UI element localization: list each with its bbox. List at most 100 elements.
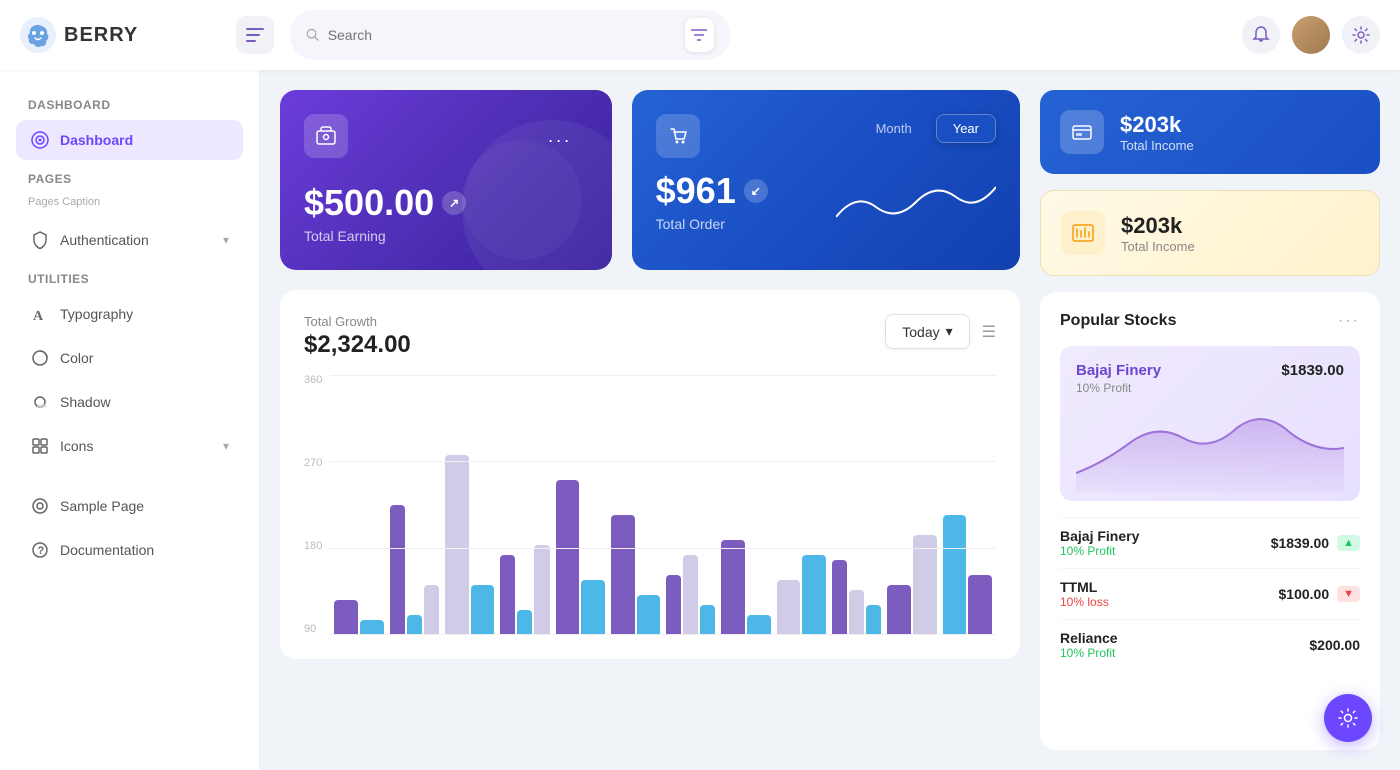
stock-ttml-price: $100.00 bbox=[1279, 586, 1330, 602]
menu-icon bbox=[246, 28, 264, 42]
stocks-title: Popular Stocks bbox=[1060, 312, 1176, 330]
stocks-header: Popular Stocks ··· bbox=[1060, 312, 1360, 330]
sidebar-dashboard-label: Dashboard bbox=[60, 132, 133, 148]
sidebar-sample-label: Sample Page bbox=[60, 498, 144, 514]
bar-group-8 bbox=[721, 540, 770, 635]
auth-icon bbox=[30, 230, 50, 250]
bar-blue bbox=[407, 615, 422, 635]
year-toggle-button[interactable]: Year bbox=[936, 114, 996, 143]
bar-blue bbox=[360, 620, 384, 635]
y-label-360: 360 bbox=[304, 375, 322, 386]
avatar[interactable] bbox=[1292, 16, 1330, 54]
stocks-menu-icon[interactable]: ··· bbox=[1338, 312, 1360, 330]
stock-bajaj-name: Bajaj Finery bbox=[1060, 528, 1139, 544]
stock-ttml-info: TTML 10% loss bbox=[1060, 579, 1109, 609]
settings-button[interactable] bbox=[1342, 16, 1380, 54]
dashboard-icon bbox=[30, 130, 50, 150]
logo-area: BERRY bbox=[20, 17, 220, 53]
stock-ttml-right: $100.00 ▼ bbox=[1279, 586, 1361, 602]
total-earning-card: ··· $500.00 ↗ Total Earning bbox=[280, 90, 612, 270]
bar-blue bbox=[517, 610, 532, 635]
sidebar-item-icons[interactable]: Icons ▾ bbox=[16, 426, 243, 466]
order-card-icon bbox=[656, 114, 700, 158]
total-order-card: Month Year $961 ↙ Total Order bbox=[632, 90, 1020, 270]
bar-group-10 bbox=[832, 560, 881, 635]
bajaj-name: Bajaj Finery bbox=[1076, 362, 1161, 379]
search-input[interactable] bbox=[328, 27, 677, 43]
stock-ttml-badge: ▼ bbox=[1337, 586, 1360, 602]
stock-reliance-profit: 10% Profit bbox=[1060, 646, 1118, 660]
bar-purple bbox=[390, 505, 405, 635]
stock-row-reliance: Reliance 10% Profit $200.00 bbox=[1060, 619, 1360, 670]
sidebar-item-color[interactable]: Color bbox=[16, 338, 243, 378]
month-toggle-button[interactable]: Month bbox=[860, 115, 928, 142]
search-filter-button[interactable] bbox=[685, 18, 714, 52]
bar-group-9 bbox=[777, 555, 826, 635]
stock-bajaj-badge: ▲ bbox=[1337, 535, 1360, 551]
income-blue-amount: $203k bbox=[1120, 112, 1194, 138]
y-label-270: 270 bbox=[304, 458, 322, 469]
stock-ttml-name: TTML bbox=[1060, 579, 1109, 595]
sidebar-item-typography[interactable]: A Typography bbox=[16, 294, 243, 334]
bar-purple bbox=[721, 540, 745, 635]
earning-label: Total Earning bbox=[304, 228, 588, 244]
bar-purple bbox=[500, 555, 515, 635]
notification-button[interactable] bbox=[1242, 16, 1280, 54]
y-label-180: 180 bbox=[304, 541, 322, 552]
bar-light bbox=[849, 590, 864, 635]
income-card-yellow: $203k Total Income bbox=[1040, 190, 1380, 276]
down-arrow-icon: ↙ bbox=[744, 179, 768, 203]
bar-light bbox=[777, 580, 801, 635]
stock-row-bajaj: Bajaj Finery 10% Profit $1839.00 ▲ bbox=[1060, 517, 1360, 568]
today-label: Today bbox=[902, 324, 939, 340]
order-amount: $961 ↙ bbox=[656, 170, 768, 212]
sidebar-item-shadow[interactable]: Shadow bbox=[16, 382, 243, 422]
bar-group-1 bbox=[334, 600, 383, 635]
bar-light bbox=[445, 455, 469, 635]
topbar-right bbox=[1242, 16, 1380, 54]
sidebar-section-dashboard: Dashboard bbox=[16, 90, 243, 116]
bar-purple bbox=[887, 585, 911, 635]
dropdown-arrow-icon: ▾ bbox=[946, 323, 953, 340]
sidebar-icons-label: Icons bbox=[60, 438, 93, 454]
earning-card-menu[interactable]: ··· bbox=[548, 130, 572, 151]
chart-header: Total Growth $2,324.00 Today ▾ ☰ bbox=[304, 314, 996, 359]
y-label-90: 90 bbox=[304, 624, 322, 635]
bar-group-2 bbox=[390, 505, 439, 635]
sidebar-typography-label: Typography bbox=[60, 306, 133, 322]
fab-button[interactable] bbox=[1324, 694, 1372, 742]
bajaj-chart bbox=[1076, 403, 1344, 493]
sidebar-item-documentation[interactable]: ? Documentation bbox=[16, 530, 243, 570]
bar-purple bbox=[334, 600, 358, 635]
docs-icon: ? bbox=[30, 540, 50, 560]
svg-text:A: A bbox=[33, 309, 44, 323]
sidebar-item-sample-page[interactable]: Sample Page bbox=[16, 486, 243, 526]
search-icon bbox=[306, 27, 320, 43]
chart-title: Total Growth bbox=[304, 314, 411, 329]
bar-light bbox=[424, 585, 439, 635]
icons-chevron-icon: ▾ bbox=[223, 439, 229, 453]
sidebar-item-authentication[interactable]: Authentication ▾ bbox=[16, 220, 243, 260]
bar-group-12 bbox=[943, 515, 992, 635]
auth-chevron-icon: ▾ bbox=[223, 233, 229, 247]
chart-menu-icon[interactable]: ☰ bbox=[982, 322, 996, 342]
sidebar: Dashboard Dashboard Pages Pages Caption … bbox=[0, 70, 260, 770]
cards-row: ··· $500.00 ↗ Total Earning bbox=[280, 90, 1020, 270]
sidebar-docs-label: Documentation bbox=[60, 542, 154, 558]
menu-button[interactable] bbox=[236, 16, 274, 54]
shadow-icon bbox=[30, 392, 50, 412]
sidebar-color-label: Color bbox=[60, 350, 93, 366]
income-yellow-amount: $203k bbox=[1121, 213, 1195, 239]
bar-purple bbox=[666, 575, 681, 635]
app-name: BERRY bbox=[64, 24, 138, 47]
stock-reliance-price: $200.00 bbox=[1309, 637, 1360, 653]
bajaj-featured-card: Bajaj Finery 10% Profit $1839.00 bbox=[1060, 346, 1360, 501]
typography-icon: A bbox=[30, 304, 50, 324]
sidebar-item-dashboard[interactable]: Dashboard bbox=[16, 120, 243, 160]
bar-blue bbox=[471, 585, 495, 635]
bar-purple bbox=[556, 480, 580, 635]
stock-row-ttml: TTML 10% loss $100.00 ▼ bbox=[1060, 568, 1360, 619]
search-bar bbox=[290, 10, 730, 60]
bar-light bbox=[534, 545, 549, 635]
today-button[interactable]: Today ▾ bbox=[885, 314, 969, 349]
